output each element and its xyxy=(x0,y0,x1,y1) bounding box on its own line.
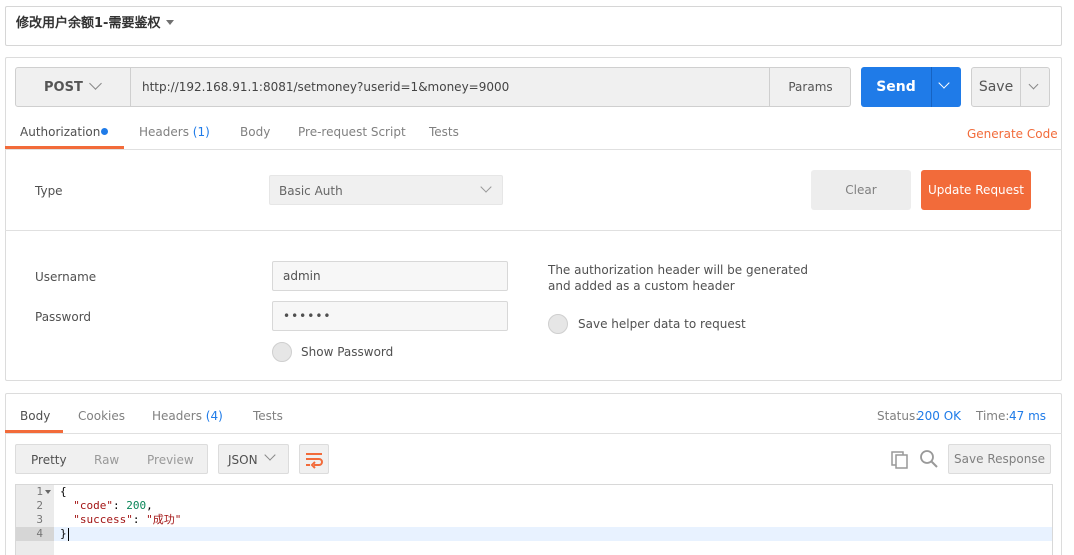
wrap-lines-icon xyxy=(306,453,323,469)
view-preview-button[interactable]: Preview xyxy=(147,453,194,467)
line-number: 4 xyxy=(36,527,43,540)
username-label: Username xyxy=(35,270,97,284)
wrap-lines-button[interactable] xyxy=(299,444,329,474)
view-pretty-button[interactable]: Pretty xyxy=(31,453,67,467)
active-indicator-dot xyxy=(101,128,108,135)
tab-tests[interactable]: Tests xyxy=(429,125,459,139)
json-key: "success" xyxy=(73,513,133,526)
helper-note: The authorization header will be generat… xyxy=(548,263,808,277)
code-line: } xyxy=(60,527,67,540)
response-tab-cookies[interactable]: Cookies xyxy=(78,409,125,423)
method-label[interactable]: POST xyxy=(44,80,83,95)
request-title-bar[interactable] xyxy=(5,6,1062,46)
save-button[interactable]: Save xyxy=(971,67,1021,107)
tab-body[interactable]: Body xyxy=(240,125,270,139)
time-label: Time: xyxy=(976,409,1010,423)
tab-prerequest-script[interactable]: Pre-request Script xyxy=(298,125,406,139)
username-input[interactable] xyxy=(272,261,508,291)
generate-code-link[interactable]: Generate Code xyxy=(967,127,1058,141)
copy-icon[interactable] xyxy=(890,450,910,473)
show-password-checkbox[interactable] xyxy=(272,342,292,362)
params-button[interactable]: Params xyxy=(769,67,851,107)
save-response-button[interactable]: Save Response xyxy=(948,444,1051,474)
show-password-label[interactable]: Show Password xyxy=(301,345,393,359)
tab-headers[interactable]: Headers (1) xyxy=(139,125,210,139)
code-line: "success": "成功" xyxy=(73,513,182,526)
request-title[interactable]: 修改用户余额1-需要鉴权 xyxy=(16,12,160,31)
auth-type-label: Type xyxy=(35,184,63,198)
password-input[interactable] xyxy=(272,301,508,331)
response-tab-headers-count: (4) xyxy=(205,409,223,423)
active-line-highlight xyxy=(54,527,1052,541)
code-line: "code": 200, xyxy=(73,499,153,512)
save-helper-label[interactable]: Save helper data to request xyxy=(578,317,746,331)
format-value[interactable]: JSON xyxy=(228,453,258,467)
url-input[interactable] xyxy=(131,68,769,106)
line-number: 3 xyxy=(36,513,43,526)
tab-headers-label: Headers xyxy=(139,125,189,139)
clear-button[interactable]: Clear xyxy=(811,170,911,210)
line-number: 2 xyxy=(36,499,43,512)
tab-headers-count: (1) xyxy=(192,125,210,139)
password-label: Password xyxy=(35,310,92,324)
json-string: "成功" xyxy=(146,513,182,526)
time-value[interactable]: 47 ms xyxy=(1009,409,1046,423)
json-key: "code" xyxy=(73,499,113,512)
save-helper-checkbox[interactable] xyxy=(548,314,568,334)
divider xyxy=(5,149,1062,150)
response-tab-tests[interactable]: Tests xyxy=(253,409,283,423)
caret-down-icon[interactable] xyxy=(166,20,174,25)
line-number: 1 xyxy=(36,485,43,498)
status-label: Status: xyxy=(877,409,920,423)
code-line: { xyxy=(60,485,67,498)
auth-type-value[interactable]: Basic Auth xyxy=(279,184,343,198)
fold-arrow-icon[interactable] xyxy=(45,490,51,494)
send-dropdown-button[interactable] xyxy=(931,67,961,107)
search-icon[interactable] xyxy=(919,449,939,472)
divider xyxy=(5,230,1062,231)
send-button[interactable]: Send xyxy=(861,67,931,107)
status-value[interactable]: 200 OK xyxy=(917,409,961,423)
tab-authorization[interactable]: Authorization xyxy=(20,125,100,139)
divider xyxy=(5,433,1062,434)
response-tab-headers[interactable]: Headers (4) xyxy=(152,409,223,423)
response-tab-headers-label: Headers xyxy=(152,409,202,423)
text-cursor xyxy=(68,528,69,541)
update-request-button[interactable]: Update Request xyxy=(921,170,1031,210)
response-tab-body[interactable]: Body xyxy=(20,409,50,423)
view-raw-button[interactable]: Raw xyxy=(94,453,119,467)
json-number: 200 xyxy=(126,499,147,512)
helper-note: and added as a custom header xyxy=(548,279,735,293)
